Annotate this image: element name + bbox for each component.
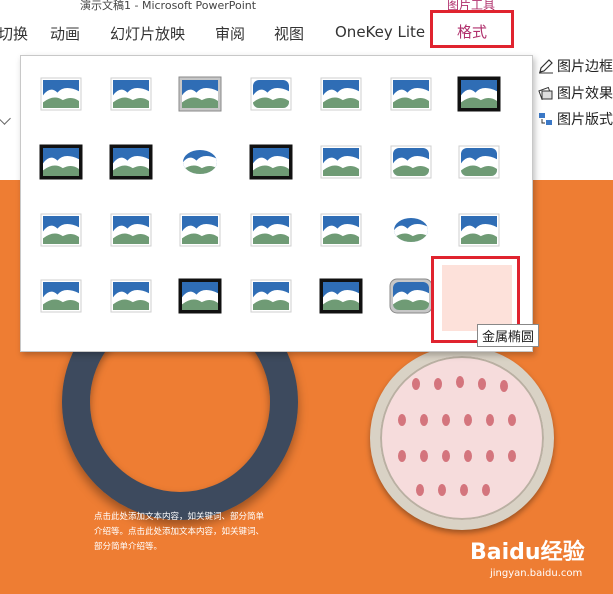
ribbon-tabs: 切换 动画 幻灯片放映 审阅 视图 OneKey Lite 格式: [0, 10, 613, 53]
pencil-icon: [539, 59, 553, 74]
metal-rounded-rectangle-icon: [389, 278, 433, 314]
perspective-shadow-icon: [250, 213, 292, 247]
tab-transitions[interactable]: 切换: [0, 23, 28, 44]
soft-edge-oval-icon: [394, 218, 428, 242]
tab-slide-show[interactable]: 幻灯片放映: [110, 23, 185, 44]
style-drop-shadow-rectangle[interactable]: [101, 202, 152, 250]
effects-icon: [538, 86, 553, 101]
tab-onekey-lite[interactable]: OneKey Lite: [335, 23, 425, 41]
style-compound-frame-black[interactable]: [241, 134, 293, 182]
style-snip-diagonal-corner[interactable]: [449, 134, 500, 182]
style-soft-edge-rectangle[interactable]: [381, 66, 432, 114]
moderate-frame-black-icon: [178, 278, 222, 314]
tooth-photo-content: [398, 376, 516, 496]
tab-format[interactable]: 格式: [430, 10, 514, 48]
oval-shadow-icon: [183, 150, 217, 174]
bevel-rectangle-icon: [458, 213, 500, 247]
tab-view[interactable]: 视图: [274, 23, 304, 44]
style-rotated-white[interactable]: [170, 202, 221, 250]
style-beveled-matte-white[interactable]: [101, 66, 152, 114]
tab-review[interactable]: 审阅: [215, 23, 245, 44]
reflected-rounded-rectangle-icon: [250, 77, 292, 111]
title-bar: 演示文稿1 - Microsoft PowerPoint 图片工具: [0, 0, 613, 14]
reflected-soft-edge-icon: [320, 77, 362, 111]
style-reflected-bevel[interactable]: [101, 268, 152, 316]
picture-layout-button[interactable]: 图片版式: [538, 109, 613, 129]
thick-matte-black-icon: [39, 144, 83, 180]
style-center-shadow-rectangle[interactable]: [311, 134, 362, 182]
simple-frame-white-icon: [40, 77, 82, 111]
window-title: 演示文稿1 - Microsoft PowerPoint: [80, 0, 257, 12]
picture-effects-label: 图片效果: [557, 86, 613, 102]
style-tooltip: 金属椭圆: [477, 324, 540, 347]
style-bevel-rectangle[interactable]: [449, 202, 500, 250]
style-double-frame-black[interactable]: [449, 66, 501, 114]
style-metal-rounded-rectangle[interactable]: [381, 268, 433, 316]
relaxed-perspective-icon: [320, 213, 362, 247]
layout-icon: [539, 113, 552, 125]
compound-frame-black-icon: [249, 144, 293, 180]
style-reflected-soft-edge[interactable]: [311, 66, 362, 114]
simple-black-shadow-icon: [109, 144, 153, 180]
style-simple-frame-white[interactable]: [31, 66, 82, 114]
center-shadow-rectangle-icon: [320, 145, 362, 179]
style-metal-frame[interactable]: [170, 66, 222, 114]
baidu-watermark-url: jingyan.baidu.com: [490, 568, 583, 579]
style-soft-edge-oval[interactable]: [381, 202, 431, 250]
style-bevel-perspective-left[interactable]: [241, 268, 292, 316]
baidu-watermark: Baidu经验: [470, 540, 585, 565]
picture-border-label: 图片边框: [557, 59, 613, 75]
tab-animations[interactable]: 动画: [50, 23, 80, 44]
metal-oval-picture[interactable]: [370, 346, 554, 530]
bevel-perspective-icon: [40, 279, 82, 313]
style-simple-black-shadow[interactable]: [101, 134, 153, 182]
tab-format-label: 格式: [456, 23, 487, 41]
style-moderate-frame-white[interactable]: [31, 202, 82, 250]
style-thick-matte-black[interactable]: [31, 134, 83, 182]
style-perspective-shadow[interactable]: [241, 202, 292, 250]
moderate-frame-white-icon: [40, 213, 82, 247]
style-rounded-diagonal-corner[interactable]: [381, 134, 432, 182]
rotated-white-icon: [179, 213, 221, 247]
rounded-diagonal-corner-icon: [390, 145, 432, 179]
style-moderate-frame-black[interactable]: [170, 268, 222, 316]
metal-frame-icon: [178, 76, 222, 112]
style-reflected-bevel-black[interactable]: [311, 268, 363, 316]
expand-arrow-icon[interactable]: [0, 112, 11, 125]
picture-border-button[interactable]: 图片边框: [538, 56, 613, 76]
reflected-bevel-icon: [110, 279, 152, 313]
soft-edge-rectangle-icon: [390, 77, 432, 111]
beveled-matte-white-icon: [110, 77, 152, 111]
bevel-perspective-left-icon: [250, 279, 292, 313]
drop-shadow-rectangle-icon: [110, 213, 152, 247]
style-oval-shadow[interactable]: [170, 134, 220, 182]
reflected-bevel-black-icon: [319, 278, 363, 314]
double-frame-black-icon: [457, 76, 501, 112]
style-bevel-perspective[interactable]: [31, 268, 82, 316]
snip-diagonal-corner-icon: [458, 145, 500, 179]
picture-effects-button[interactable]: 图片效果: [538, 83, 613, 103]
picture-layout-label: 图片版式: [557, 112, 613, 128]
style-reflected-rounded-rectangle[interactable]: [241, 66, 292, 114]
slide-body-text[interactable]: 点击此处添加文本内容，如关键词、部分简单介绍等。点击此处添加文本内容，如关键词、…: [94, 510, 264, 555]
style-relaxed-perspective[interactable]: [311, 202, 362, 250]
